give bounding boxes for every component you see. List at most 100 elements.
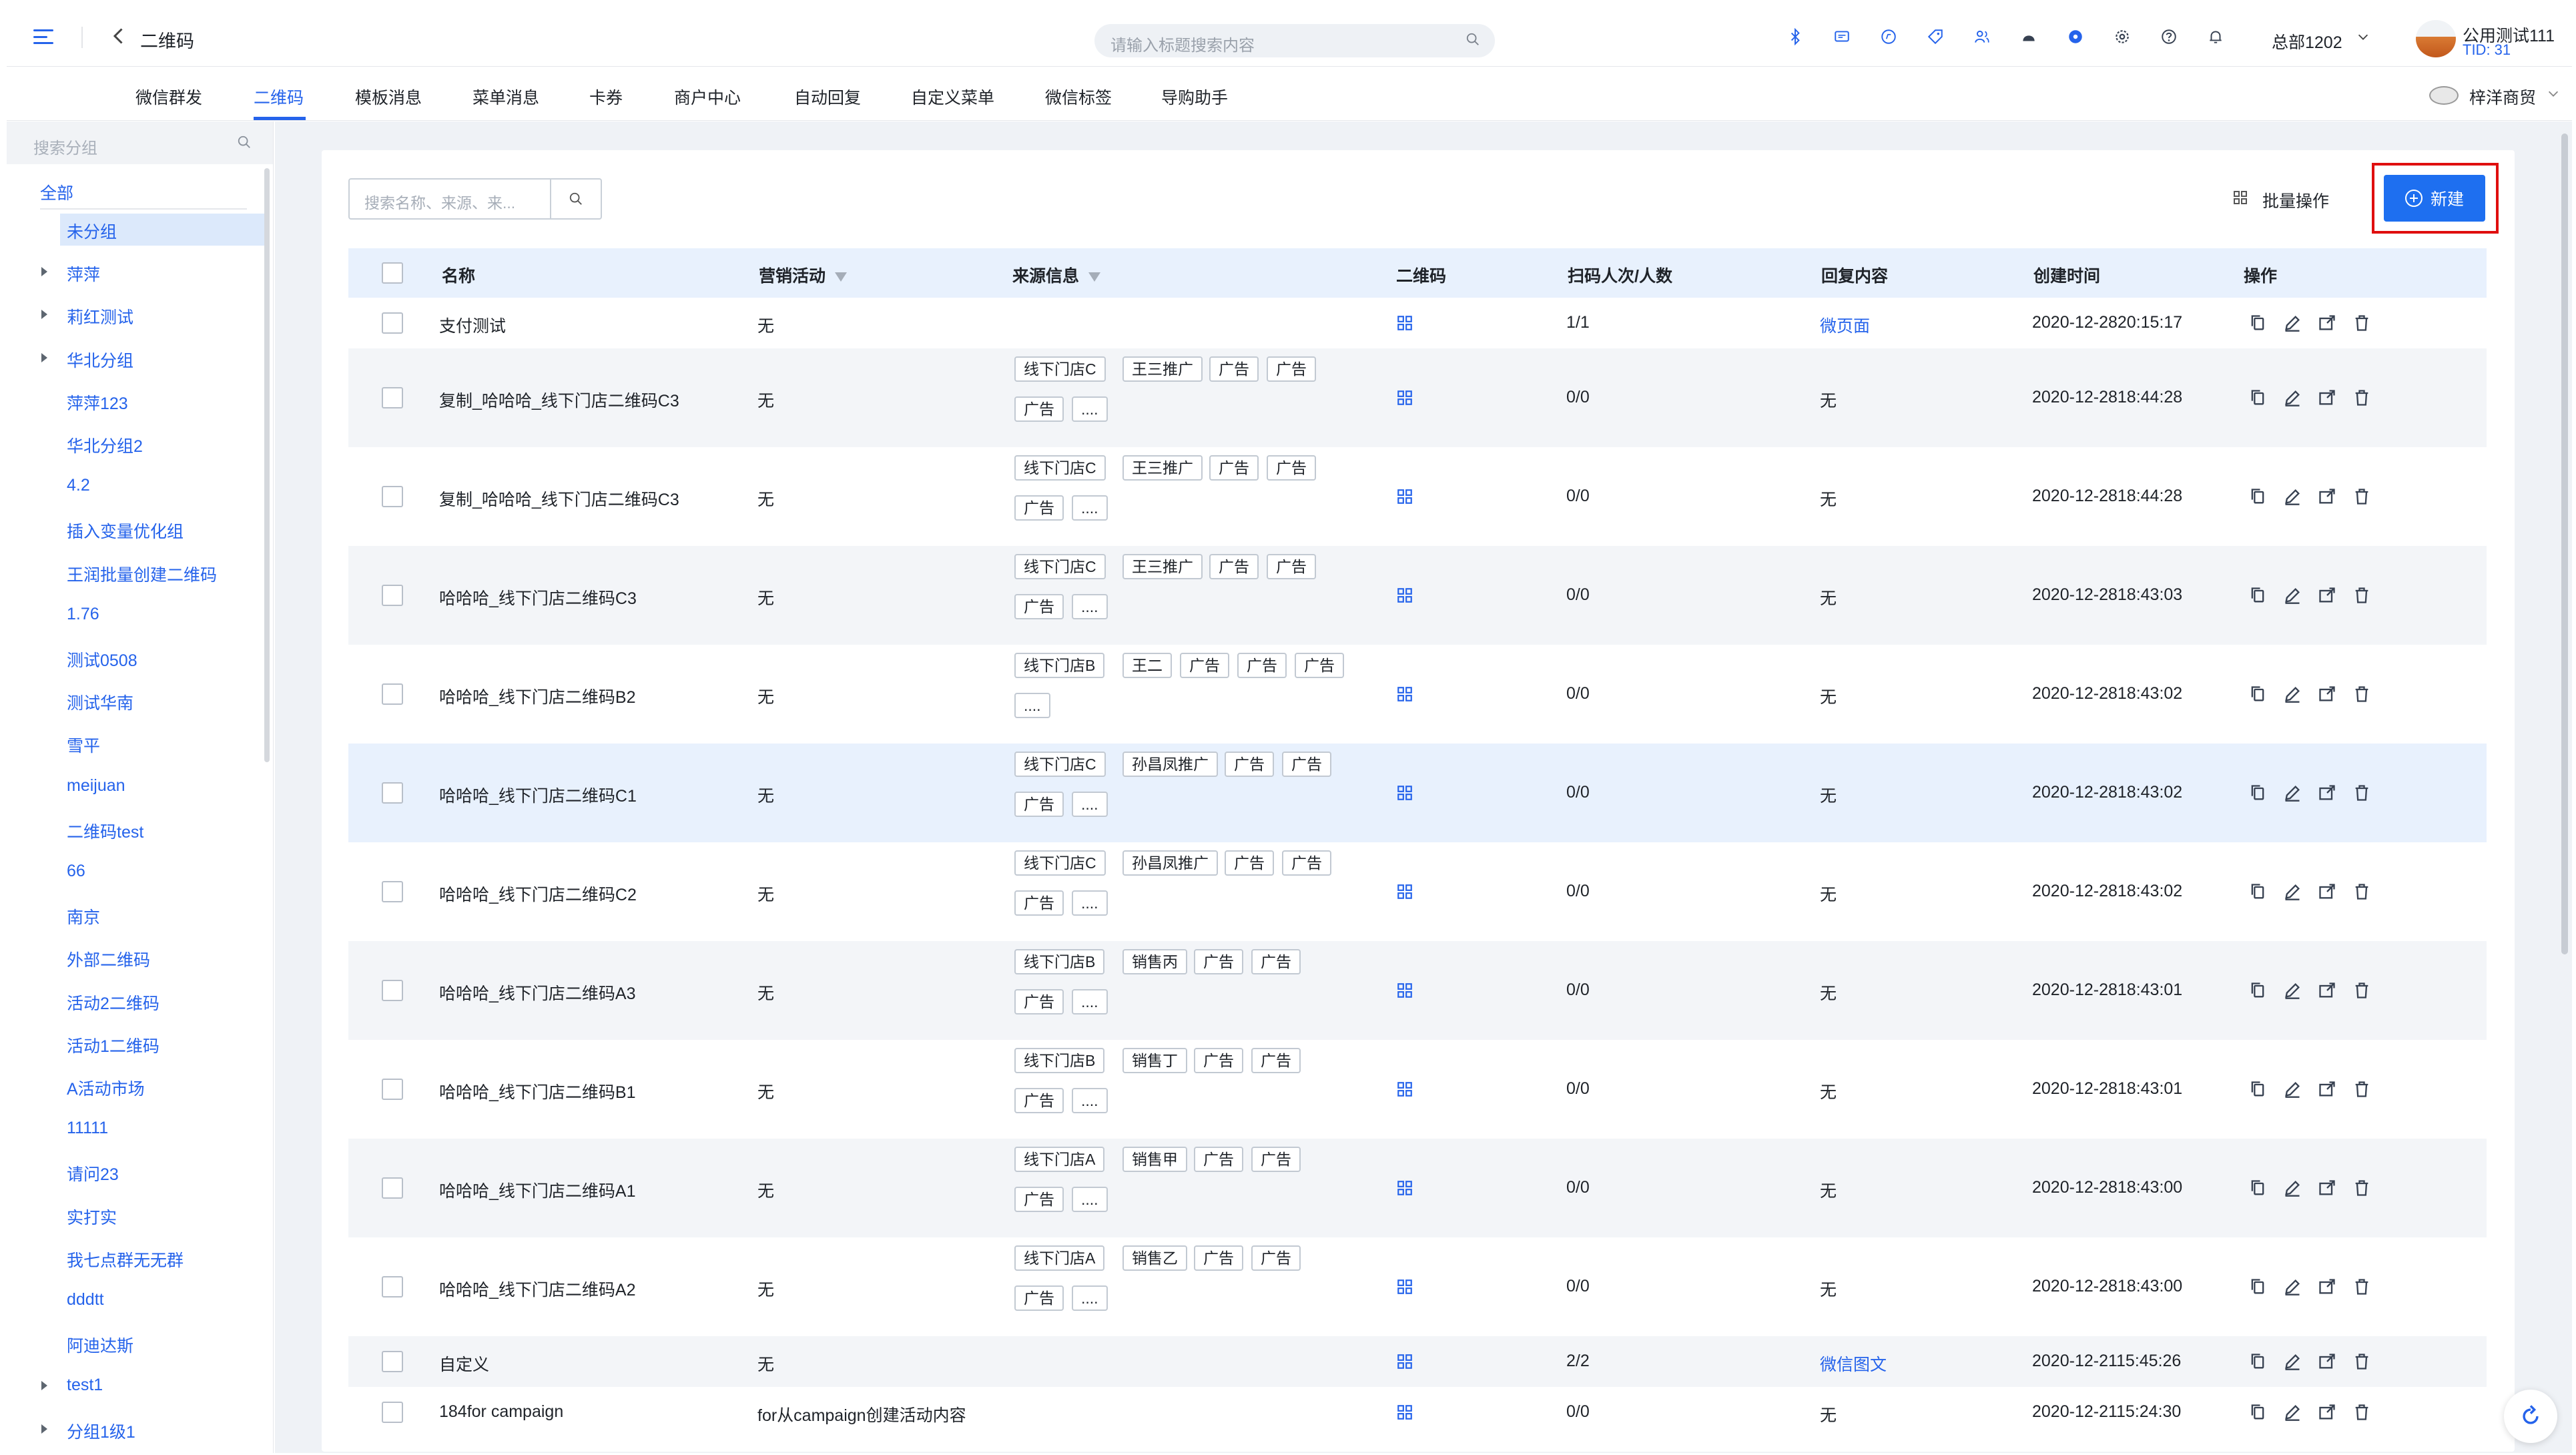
edit-icon[interactable] xyxy=(2283,882,2302,901)
sidebar-item[interactable]: 66 xyxy=(67,862,85,881)
more-tags-button[interactable]: .... xyxy=(1014,693,1050,718)
brand-selector[interactable]: 梓洋商贸 xyxy=(2469,85,2536,109)
delete-icon[interactable] xyxy=(2352,1403,2371,1422)
expand-arrow-icon[interactable] xyxy=(41,1424,47,1434)
edit-icon[interactable] xyxy=(2283,586,2302,605)
help-icon[interactable] xyxy=(2159,27,2179,47)
sidebar-item[interactable]: 王润批量创建二维码 xyxy=(67,562,217,586)
row-checkbox[interactable] xyxy=(382,585,403,606)
share-icon[interactable] xyxy=(2318,981,2336,1000)
tag-icon[interactable] xyxy=(1925,27,1945,47)
row-checkbox[interactable] xyxy=(382,1079,403,1100)
edit-icon[interactable] xyxy=(2283,487,2302,506)
copy-icon[interactable] xyxy=(2248,1080,2267,1099)
chat-icon[interactable] xyxy=(2019,27,2039,47)
tab-7[interactable]: 自定义菜单 xyxy=(911,85,994,109)
row-checkbox[interactable] xyxy=(382,881,403,902)
sidebar-scrollbar[interactable] xyxy=(264,168,270,762)
share-icon[interactable] xyxy=(2318,1277,2336,1296)
sidebar-item[interactable]: 二维码test xyxy=(67,819,143,843)
delete-icon[interactable] xyxy=(2352,784,2371,802)
filter-icon[interactable] xyxy=(1088,272,1101,282)
edit-icon[interactable] xyxy=(2283,685,2302,703)
message-icon[interactable] xyxy=(1832,27,1852,47)
delete-icon[interactable] xyxy=(2352,685,2371,703)
delete-icon[interactable] xyxy=(2352,1352,2371,1371)
sidebar-item[interactable]: 4.2 xyxy=(67,476,90,495)
copy-icon[interactable] xyxy=(2248,388,2267,407)
sidebar-item[interactable]: 莉红测试 xyxy=(67,304,133,328)
sidebar-item[interactable]: 阿迪达斯 xyxy=(67,1333,133,1357)
row-checkbox[interactable] xyxy=(382,1351,403,1372)
tab-1[interactable]: 二维码 xyxy=(254,85,304,109)
new-button[interactable]: 新建 xyxy=(2384,175,2485,222)
delete-icon[interactable] xyxy=(2352,586,2371,605)
delete-icon[interactable] xyxy=(2352,388,2371,407)
row-checkbox[interactable] xyxy=(382,1402,403,1423)
copy-icon[interactable] xyxy=(2248,981,2267,1000)
delete-icon[interactable] xyxy=(2352,981,2371,1000)
tab-3[interactable]: 菜单消息 xyxy=(472,85,539,109)
reply-content[interactable]: 微页面 xyxy=(1820,313,1870,337)
copy-icon[interactable] xyxy=(2248,685,2267,703)
share-icon[interactable] xyxy=(2318,685,2336,703)
tab-5[interactable]: 商户中心 xyxy=(674,85,741,109)
edit-icon[interactable] xyxy=(2283,314,2302,332)
sidebar-item[interactable]: 实打实 xyxy=(67,1205,117,1229)
expand-arrow-icon[interactable] xyxy=(41,310,47,319)
row-checkbox[interactable] xyxy=(382,1177,403,1199)
sidebar-item[interactable]: dddtt xyxy=(67,1290,104,1310)
edit-icon[interactable] xyxy=(2283,1352,2302,1371)
sidebar-item-all[interactable]: 全部 xyxy=(40,180,73,204)
edit-icon[interactable] xyxy=(2283,981,2302,1000)
sidebar-item[interactable]: 活动1二维码 xyxy=(67,1033,159,1057)
delete-icon[interactable] xyxy=(2352,1179,2371,1197)
sidebar-item[interactable]: 萍萍123 xyxy=(67,390,128,414)
page-scrollbar[interactable] xyxy=(2561,133,2568,954)
sidebar-item[interactable]: 活动2二维码 xyxy=(67,990,159,1014)
copy-icon[interactable] xyxy=(2248,586,2267,605)
search-button[interactable] xyxy=(550,180,601,218)
qrcode-icon[interactable] xyxy=(1396,685,1413,703)
copy-icon[interactable] xyxy=(2248,314,2267,332)
batch-grid-icon[interactable] xyxy=(2232,190,2248,206)
sidebar-item[interactable]: test1 xyxy=(67,1376,103,1395)
delete-icon[interactable] xyxy=(2352,487,2371,506)
qrcode-icon[interactable] xyxy=(1396,784,1413,802)
qrcode-search-input[interactable]: 搜索名称、来源、来... xyxy=(348,178,602,220)
chevron-down-icon[interactable] xyxy=(2356,29,2370,44)
sidebar-item[interactable]: 分组1级1 xyxy=(67,1419,135,1443)
sidebar-item[interactable]: 测试华南 xyxy=(67,690,133,714)
org-selector[interactable]: 总部1202 xyxy=(2272,29,2342,53)
avatar[interactable] xyxy=(2416,20,2456,57)
sidebar-item[interactable]: 我七点群无无群 xyxy=(67,1247,184,1271)
share-icon[interactable] xyxy=(2318,314,2336,332)
sidebar-item[interactable]: meijuan xyxy=(67,776,125,796)
share-icon[interactable] xyxy=(2318,1080,2336,1099)
sidebar-item[interactable]: 1.76 xyxy=(67,605,99,624)
column-header-source[interactable]: 来源信息 xyxy=(1012,263,1101,287)
search-icon[interactable] xyxy=(1466,32,1480,47)
batch-operation-button[interactable]: 批量操作 xyxy=(2262,188,2329,212)
tab-8[interactable]: 微信标签 xyxy=(1045,85,1112,109)
tab-0[interactable]: 微信群发 xyxy=(135,85,202,109)
chevron-down-icon[interactable] xyxy=(2546,86,2561,101)
edit-icon[interactable] xyxy=(2283,1403,2302,1422)
qrcode-icon[interactable] xyxy=(1396,982,1413,999)
copy-icon[interactable] xyxy=(2248,1403,2267,1422)
share-icon[interactable] xyxy=(2318,1403,2336,1422)
more-tags-button[interactable]: .... xyxy=(1072,396,1108,422)
qrcode-icon[interactable] xyxy=(1396,1179,1413,1197)
qrcode-icon[interactable] xyxy=(1396,1404,1413,1421)
qrcode-icon[interactable] xyxy=(1396,1081,1413,1098)
column-header-activity[interactable]: 营销活动 xyxy=(759,263,848,287)
more-tags-button[interactable]: .... xyxy=(1072,1285,1108,1311)
edit-icon[interactable] xyxy=(2283,784,2302,802)
edit-icon[interactable] xyxy=(2283,1277,2302,1296)
tab-2[interactable]: 模板消息 xyxy=(355,85,422,109)
share-icon[interactable] xyxy=(2318,784,2336,802)
sidebar-item[interactable]: 华北分组 xyxy=(67,348,133,372)
row-checkbox[interactable] xyxy=(382,312,403,334)
search-icon[interactable] xyxy=(237,135,252,150)
share-icon[interactable] xyxy=(2318,586,2336,605)
